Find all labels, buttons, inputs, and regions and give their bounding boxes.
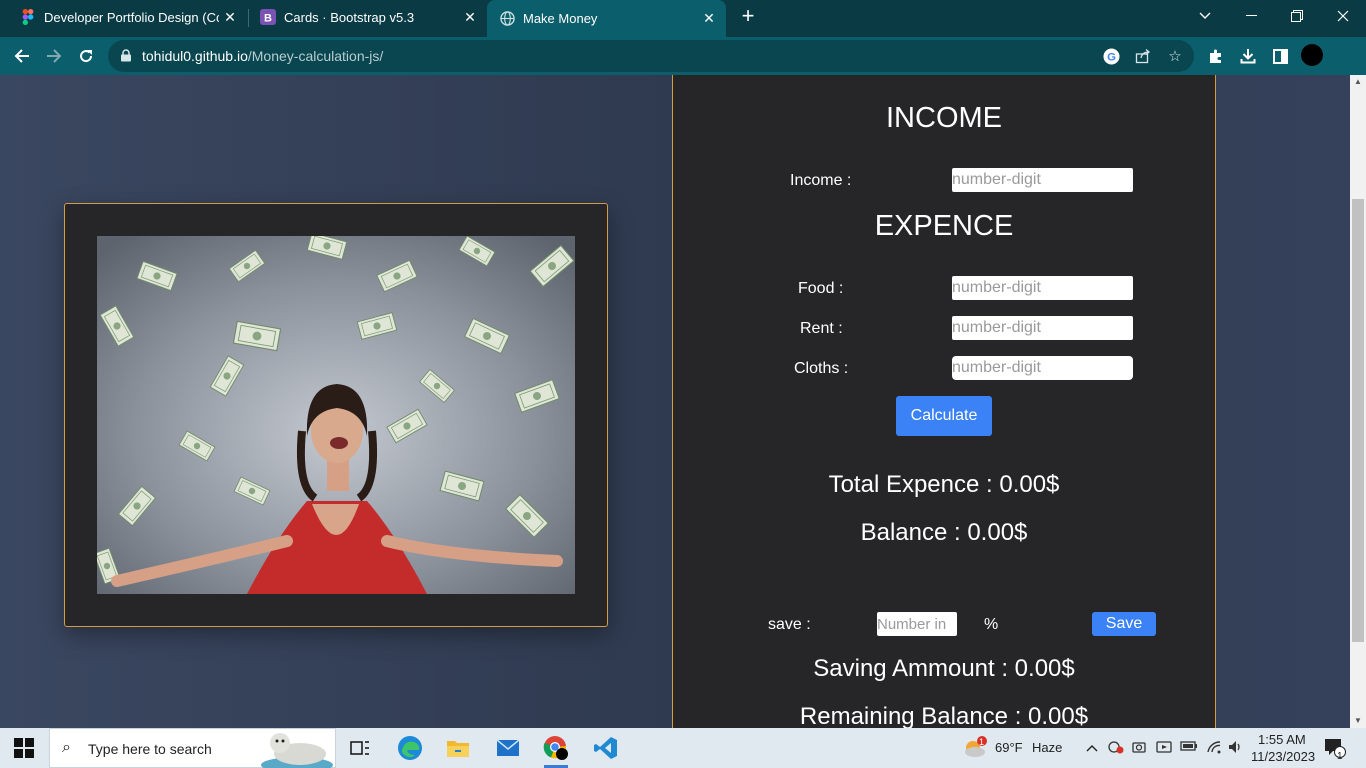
percent-sign: % <box>984 616 999 633</box>
tab-title: Developer Portfolio Design (Con <box>44 9 219 25</box>
income-heading: INCOME <box>886 102 1002 134</box>
back-icon[interactable] <box>8 42 36 70</box>
antivirus-icon[interactable] <box>1108 740 1124 757</box>
address-bar[interactable]: tohidul0.github.io/Money-calculation-js/… <box>108 40 1194 72</box>
minimize-icon[interactable] <box>1228 0 1274 32</box>
close-tab-icon[interactable]: ✕ <box>219 9 241 26</box>
battery-icon[interactable] <box>1180 740 1198 755</box>
image-card <box>64 203 608 627</box>
food-label: Food : <box>798 280 844 297</box>
scroll-thumb[interactable] <box>1352 199 1364 642</box>
browser-toolbar: tohidul0.github.io/Money-calculation-js/… <box>0 37 1366 75</box>
money-rain-photo <box>97 236 575 594</box>
figma-icon <box>20 9 36 25</box>
task-view-icon[interactable] <box>340 732 380 764</box>
save-button[interactable]: Save <box>1092 612 1156 636</box>
wifi-icon[interactable] <box>1206 740 1222 757</box>
tab-make-money[interactable]: Make Money ✕ <box>487 0 726 37</box>
mail-icon[interactable] <box>488 732 528 764</box>
svg-text:B: B <box>264 13 272 25</box>
tab-strip: Developer Portfolio Design (Con ✕ B Card… <box>0 0 1366 37</box>
scroll-down-arrow-icon[interactable]: ▼ <box>1350 714 1366 728</box>
scroll-up-arrow-icon[interactable]: ▲ <box>1350 75 1366 89</box>
profile-avatar[interactable] <box>1301 44 1323 66</box>
weather-temp: 69°F <box>995 740 1023 755</box>
chevron-up-icon[interactable] <box>1086 740 1098 755</box>
remaining-balance-text: Remaining Balance : 0.00$ <box>799 703 1089 728</box>
seal-illustration-icon <box>261 733 333 768</box>
extensions-icon[interactable] <box>1206 46 1226 66</box>
weather-badge: 1 <box>979 737 985 747</box>
meet-now-icon[interactable] <box>1156 740 1172 757</box>
rent-input[interactable] <box>952 316 1133 340</box>
income-label: Income : <box>790 172 852 189</box>
tab-bootstrap[interactable]: B Cards · Bootstrap v5.3 ✕ <box>240 0 487 34</box>
weather-text: Haze <box>1032 740 1063 755</box>
globe-icon <box>499 11 515 27</box>
forward-icon[interactable] <box>40 42 68 70</box>
tab-search-icon[interactable] <box>1182 0 1228 32</box>
tab-figma[interactable]: Developer Portfolio Design (Con ✕ <box>0 0 247 34</box>
taskbar-search[interactable]: ⌕ Type here to search <box>49 728 336 768</box>
calculator-panel: INCOME Income : EXPENCE Food : Rent : Cl… <box>672 75 1216 728</box>
income-input[interactable] <box>952 168 1133 192</box>
search-icon: ⌕ <box>62 739 71 756</box>
close-window-icon[interactable] <box>1320 0 1366 32</box>
camera-icon[interactable] <box>1132 740 1146 757</box>
google-icon[interactable]: G <box>1102 47 1120 65</box>
tab-title: Cards · Bootstrap v5.3 <box>284 9 415 25</box>
close-tab-icon[interactable]: ✕ <box>698 10 720 27</box>
windows-start-icon[interactable] <box>8 736 40 760</box>
windows-taskbar: ⌕ Type here to search 1 69°F Haze 1:55 A… <box>0 728 1366 768</box>
food-input[interactable] <box>952 276 1133 300</box>
restore-icon[interactable] <box>1274 0 1320 32</box>
bookmark-star-icon[interactable]: ☆ <box>1166 47 1184 65</box>
expense-heading: EXPENCE <box>874 210 1014 242</box>
close-tab-icon[interactable]: ✕ <box>459 9 481 26</box>
chrome-icon[interactable] <box>536 732 576 768</box>
svg-text:G: G <box>1107 51 1116 63</box>
lock-icon <box>121 49 131 62</box>
share-icon[interactable] <box>1134 47 1152 65</box>
save-label: save : <box>768 616 811 633</box>
download-icon[interactable] <box>1238 46 1258 66</box>
tab-title: Make Money <box>523 11 598 26</box>
side-panel-icon[interactable] <box>1270 46 1290 66</box>
file-explorer-icon[interactable] <box>438 732 478 764</box>
reload-icon[interactable] <box>72 42 100 70</box>
edge-icon[interactable] <box>390 732 430 764</box>
url-host: tohidul0.github.io <box>142 48 248 64</box>
total-expense-text: Total Expence : 0.00$ <box>828 471 1060 498</box>
page-scrollbar[interactable]: ▲ ▼ <box>1350 75 1366 728</box>
cloths-input[interactable] <box>952 356 1133 380</box>
clock-time[interactable]: 1:55 AM <box>1258 732 1306 747</box>
new-tab-button[interactable]: + <box>736 5 760 29</box>
save-percent-input[interactable] <box>877 612 957 636</box>
cloths-label: Cloths : <box>794 360 849 377</box>
url-text: tohidul0.github.io/Money-calculation-js/ <box>142 48 383 64</box>
balance-text: Balance : 0.00$ <box>860 519 1028 546</box>
volume-icon[interactable] <box>1228 740 1244 757</box>
url-path: /Money-calculation-js/ <box>247 48 384 64</box>
bootstrap-icon: B <box>260 9 276 25</box>
search-placeholder: Type here to search <box>88 741 212 757</box>
rent-label: Rent : <box>800 320 843 337</box>
clock-date[interactable]: 11/23/2023 <box>1251 749 1315 764</box>
saving-amount-text: Saving Ammount : 0.00$ <box>813 655 1075 682</box>
page-content: INCOME Income : EXPENCE Food : Rent : Cl… <box>0 75 1350 728</box>
notification-count: 1 <box>1337 751 1343 762</box>
calculate-button[interactable]: Calculate <box>896 396 992 436</box>
vscode-icon[interactable] <box>586 732 626 764</box>
